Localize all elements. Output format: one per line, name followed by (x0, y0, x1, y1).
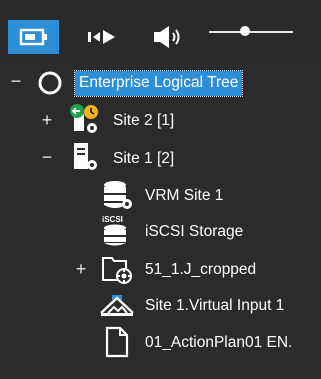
expand-toggle[interactable]: + (74, 260, 88, 278)
volume-slider-track[interactable] (209, 31, 293, 33)
logical-tree-panel: − Enterprise Logical Tree + Site 2 [1] − (0, 0, 321, 379)
collapse-toggle[interactable]: − (40, 148, 54, 166)
tree-node-virtual-input[interactable]: Site 1.Virtual Input 1 (0, 287, 321, 323)
folder-camera-icon (102, 257, 132, 284)
camera-icon (19, 28, 47, 46)
logical-tree: − Enterprise Logical Tree + Site 2 [1] − (0, 58, 321, 379)
vrm-database-icon (104, 181, 132, 209)
iscsi-storage-icon: iSCSI (102, 215, 126, 246)
site-status-icon (70, 104, 98, 133)
speaker-icon (154, 26, 180, 48)
document-icon (105, 326, 129, 358)
tree-node-root[interactable]: − Enterprise Logical Tree (0, 64, 321, 100)
circle-icon (38, 71, 62, 95)
tree-node-vrm[interactable]: VRM Site 1 (0, 177, 321, 213)
tree-node-label[interactable]: 01_ActionPlan01 EN. (145, 333, 292, 353)
tree-node-label[interactable]: Site 1.Virtual Input 1 (145, 296, 284, 316)
playback-button[interactable] (80, 17, 124, 57)
toolbar (0, 0, 321, 58)
tree-node-site2[interactable]: + Site 2 [1] (0, 102, 321, 138)
tree-node-label[interactable]: Site 2 [1] (113, 111, 174, 131)
playback-icon (88, 30, 115, 44)
tree-node-label[interactable]: Enterprise Logical Tree (73, 70, 244, 97)
tree-node-document[interactable]: 01_ActionPlan01 EN. (0, 324, 321, 360)
mute-button[interactable] (149, 17, 189, 57)
expand-toggle[interactable]: + (40, 111, 54, 129)
tree-node-label[interactable]: iSCSI Storage (145, 222, 243, 242)
tree-node-iscsi[interactable]: iSCSI iSCSI Storage (0, 214, 321, 250)
live-view-button[interactable] (8, 20, 59, 54)
svg-text:iSCSI: iSCSI (102, 215, 123, 224)
collapse-toggle[interactable]: − (9, 72, 23, 90)
server-icon (74, 143, 97, 170)
virtual-input-icon (100, 295, 134, 316)
volume-slider[interactable] (209, 22, 293, 42)
tree-node-label[interactable]: VRM Site 1 (145, 186, 223, 206)
tree-node-folder[interactable]: + 51_1.J_cropped (0, 251, 321, 287)
volume-slider-thumb[interactable] (240, 26, 251, 36)
tree-node-label[interactable]: Site 1 [2] (113, 149, 174, 169)
tree-node-site1[interactable]: − Site 1 [2] (0, 140, 321, 176)
tree-node-label[interactable]: 51_1.J_cropped (145, 260, 256, 280)
